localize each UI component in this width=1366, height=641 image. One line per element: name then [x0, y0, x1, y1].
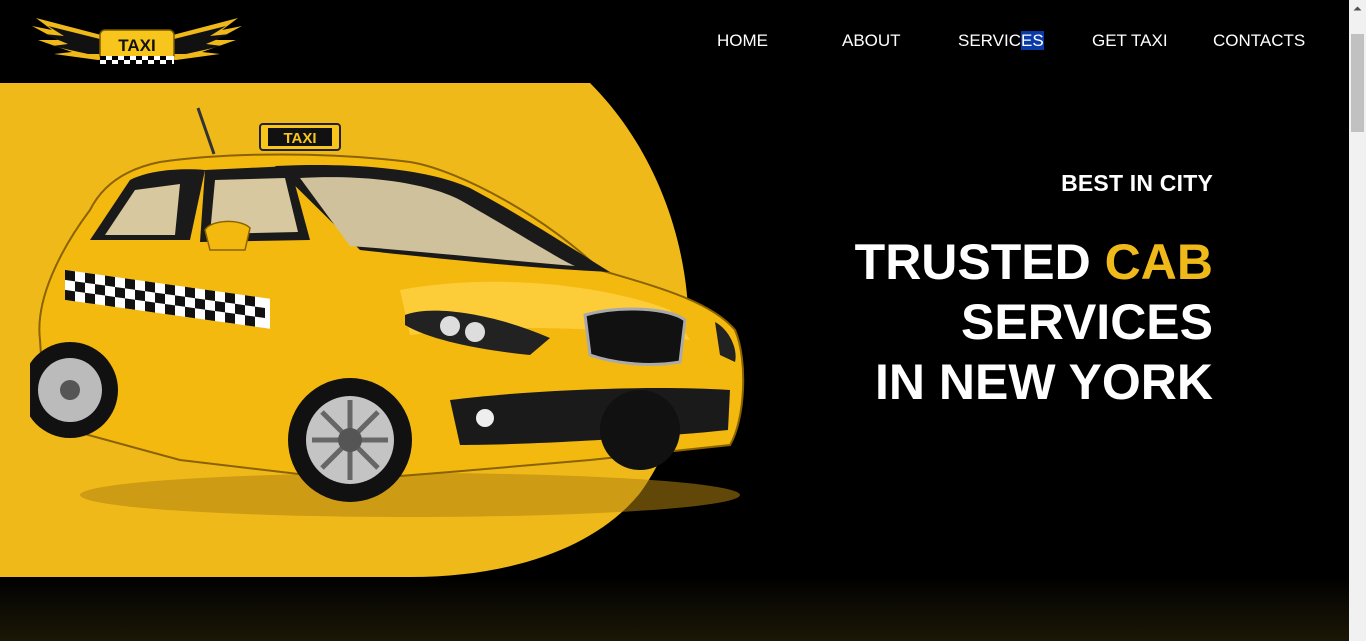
- main-nav: HOME ABOUT SERVICES GET TAXI CONTACTS: [0, 30, 1349, 54]
- headline-line-3: IN NEW YORK: [875, 354, 1213, 410]
- scrollbar-thumb[interactable]: [1351, 34, 1364, 132]
- page: TAXI HOME ABOUT SERVICES GET TAXI CONTAC…: [0, 0, 1349, 641]
- nav-services-selection: ES: [1021, 31, 1044, 50]
- nav-get-taxi[interactable]: GET TAXI: [1092, 30, 1168, 52]
- nav-services[interactable]: SERVICES: [958, 30, 1044, 52]
- hero-tagline: BEST IN CITY: [1061, 170, 1213, 196]
- headline-word-trusted: TRUSTED: [854, 234, 1091, 290]
- headline-line-2: SERVICES: [961, 294, 1213, 350]
- hero-headline: TRUSTED CAB SERVICES IN NEW YORK: [855, 232, 1213, 412]
- nav-about[interactable]: ABOUT: [842, 30, 901, 52]
- scroll-up-arrow-icon[interactable]: [1349, 0, 1366, 17]
- nav-services-text: SERVIC: [958, 31, 1021, 50]
- headline-accent-cab: CAB: [1104, 234, 1213, 290]
- nav-contacts[interactable]: CONTACTS: [1213, 30, 1305, 52]
- taxi-car-image: TAXI: [30, 107, 745, 517]
- vertical-scrollbar[interactable]: [1349, 0, 1366, 641]
- next-section-band: [0, 577, 1349, 641]
- nav-home[interactable]: HOME: [717, 30, 768, 52]
- headline-line-1: TRUSTED CAB: [855, 232, 1213, 292]
- car-roof-sign-text: TAXI: [283, 130, 316, 147]
- site-header: TAXI HOME ABOUT SERVICES GET TAXI CONTAC…: [0, 0, 1349, 83]
